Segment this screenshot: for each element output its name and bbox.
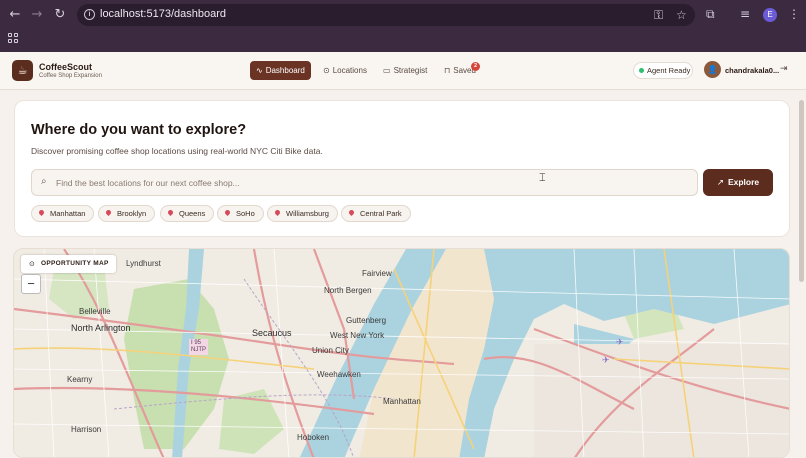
- user-icon[interactable]: 👤: [704, 61, 721, 78]
- opportunity-map[interactable]: ✈ ✈ Lyndhurst Fairview North Bergen Bell…: [13, 248, 790, 458]
- activity-icon: ∿: [256, 66, 263, 75]
- site-info-icon[interactable]: i: [84, 9, 95, 20]
- svg-text:✈: ✈: [602, 356, 610, 366]
- brand-subtitle: Coffee Shop Expansion: [39, 73, 102, 79]
- map-pin-icon: [223, 208, 232, 217]
- chip-brooklyn[interactable]: Brooklyn: [98, 205, 156, 222]
- map-place: Fairview: [362, 269, 392, 278]
- back-icon[interactable]: ←: [7, 7, 23, 23]
- key-icon[interactable]: ⚿: [654, 8, 663, 23]
- tab-locations[interactable]: ⊙ Locations: [317, 61, 373, 80]
- map-place: Harrison: [71, 425, 102, 434]
- profile-avatar[interactable]: E: [763, 8, 777, 22]
- forward-icon[interactable]: →: [29, 7, 45, 23]
- agent-status-pill: Agent Ready: [633, 62, 693, 79]
- browser-toolbar: ← → ↻ i localhost:5173/dashboard ⚿ ☆ ⧉ ≡…: [0, 0, 806, 30]
- map-tiles: ✈ ✈: [14, 249, 789, 457]
- status-dot: [639, 68, 644, 73]
- browser-chrome: ← → ↻ i localhost:5173/dashboard ⚿ ☆ ⧉ ≡…: [0, 0, 806, 52]
- chip-manhattan[interactable]: Manhattan: [31, 205, 95, 222]
- menu-kebab-icon[interactable]: ⋮: [788, 7, 800, 21]
- map-pin-icon: [104, 208, 113, 217]
- explore-card: Where do you want to explore? Discover p…: [14, 100, 790, 237]
- map-pin-icon: [347, 208, 356, 217]
- brand-title: CoffeeScout: [39, 62, 93, 72]
- map-place: Manhattan: [383, 397, 421, 406]
- map-pin-icon: ⊙: [323, 66, 330, 75]
- map-pin-icon: [37, 208, 46, 217]
- search-field[interactable]: ⌕: [31, 169, 698, 196]
- address-url[interactable]: localhost:5173/dashboard: [100, 8, 226, 20]
- map-place: Secaucus: [252, 328, 292, 338]
- search-input[interactable]: [56, 175, 676, 191]
- reload-icon[interactable]: ↻: [52, 7, 68, 23]
- chip-williamsburg[interactable]: Williamsburg: [267, 205, 338, 222]
- logout-icon[interactable]: ⇥: [780, 64, 788, 74]
- tab-dashboard[interactable]: ∿ Dashboard: [250, 61, 311, 80]
- chip-soho[interactable]: SoHo: [217, 205, 264, 222]
- address-bar[interactable]: i localhost:5173/dashboard ⚿ ☆: [77, 4, 695, 26]
- mouse-cursor-icon: ⌶: [539, 171, 546, 184]
- explore-button[interactable]: ↗ Explore: [703, 169, 773, 196]
- opportunity-map-badge: ⊙ OPPORTUNITY MAP: [21, 255, 116, 273]
- page-scrollbar[interactable]: [799, 100, 804, 282]
- message-icon: ▭: [383, 66, 391, 75]
- svg-text:✈: ✈: [616, 338, 624, 348]
- chip-queens[interactable]: Queens: [160, 205, 215, 222]
- map-place: West New York: [330, 331, 385, 340]
- map-place: Weehawken: [317, 370, 361, 379]
- page-description: Discover promising coffee shop locations…: [31, 146, 323, 156]
- zoom-out-button[interactable]: −: [21, 274, 41, 294]
- trending-up-icon: ↗: [716, 178, 724, 188]
- coffee-cup-icon[interactable]: ☕: [12, 60, 33, 81]
- apps-grid-icon[interactable]: [8, 33, 18, 43]
- media-icon[interactable]: ≡: [740, 7, 750, 21]
- page-title: Where do you want to explore?: [31, 122, 247, 138]
- map-pin-icon: ⊙: [29, 260, 36, 268]
- search-icon: ⌕: [41, 176, 47, 187]
- saved-count-badge: 2: [471, 62, 480, 71]
- chip-central-park[interactable]: Central Park: [341, 205, 411, 222]
- highway-shield: I 95 NJTP: [189, 339, 208, 355]
- map-place: Lyndhurst: [126, 259, 161, 268]
- bookmark-icon: ⊓: [444, 66, 451, 75]
- map-place: Belleville: [79, 307, 111, 316]
- map-pin-icon: [166, 208, 175, 217]
- map-place: North Arlington: [71, 323, 131, 333]
- user-name[interactable]: chandrakala0...: [725, 66, 779, 75]
- extensions-icon[interactable]: ⧉: [706, 7, 715, 22]
- tab-strategist[interactable]: ▭ Strategist: [377, 61, 433, 80]
- map-pin-icon: [273, 208, 282, 217]
- map-place: Guttenberg: [346, 316, 387, 325]
- map-place: Union City: [312, 346, 349, 355]
- map-place: Hoboken: [297, 433, 330, 442]
- map-place: Kearny: [67, 375, 93, 384]
- star-icon[interactable]: ☆: [676, 8, 687, 22]
- map-place: North Bergen: [324, 286, 372, 295]
